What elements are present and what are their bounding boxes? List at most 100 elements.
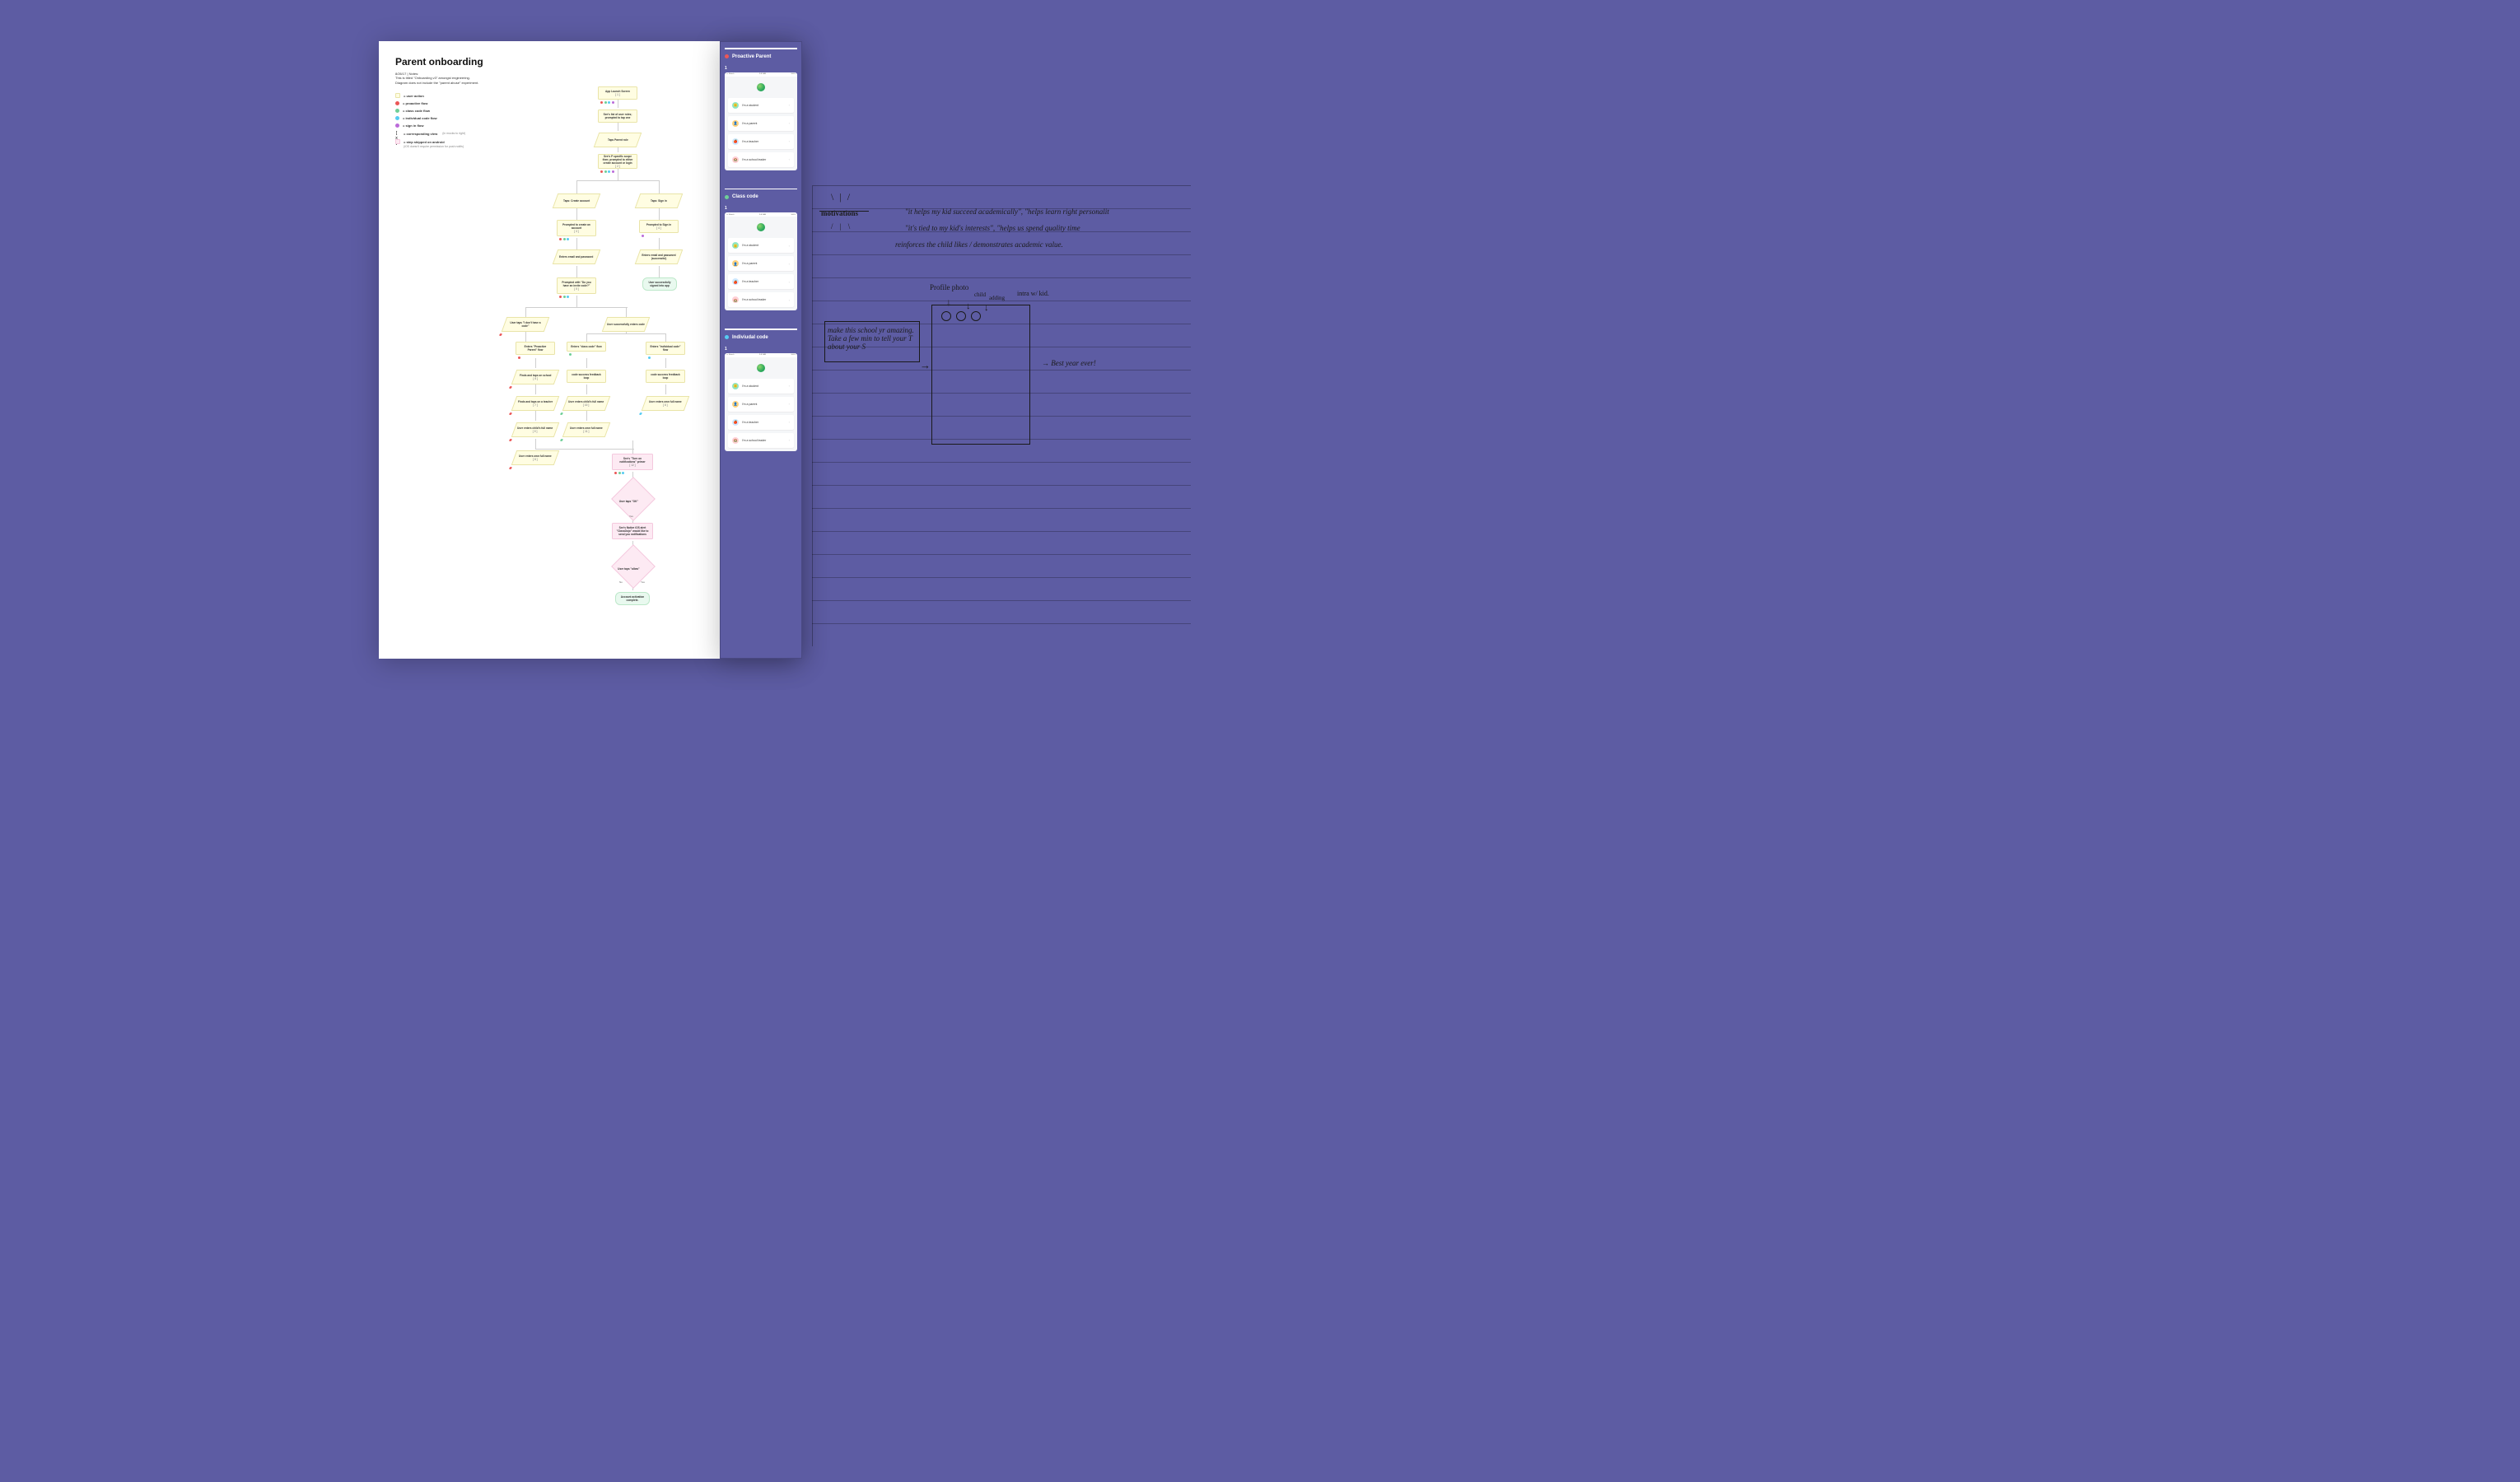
role-label: I'm a teacher [742, 280, 758, 283]
phone-mock: ••• Sketch9:41 AM100% 🙂I'm a student› 👤I'm… [725, 72, 797, 170]
role-row[interactable]: 🏫I'm a school leader › [728, 292, 794, 307]
role-row[interactable]: 👤I'm a parent› [728, 256, 794, 271]
node-find-teacher: Finds and taps on a teacher[ 7 ] [511, 396, 560, 411]
role-row[interactable]: 🍎I'm a teacher › [728, 415, 794, 430]
node-label: Enters "individual code" flow [650, 345, 681, 352]
node-indiv-flow: Enters "individual code" flow [646, 342, 685, 355]
connector [535, 439, 536, 449]
mock-heading: Class code [725, 194, 797, 199]
chevron-right-icon: › [789, 420, 790, 424]
connector [525, 332, 526, 342]
role-icon: 🏫 [732, 296, 739, 303]
connector [586, 358, 587, 368]
legend-swatch-pink [395, 139, 400, 144]
role-row[interactable]: 👤I'm a parent› [728, 397, 794, 412]
node-ref: [ 1 ] [615, 93, 620, 96]
node-code-loop2: code success feedback loop [646, 370, 685, 383]
role-row[interactable]: 🏫I'm a school leader› [728, 152, 794, 167]
node-ref: [ 7 ] [533, 403, 538, 407]
role-row[interactable]: 🙂I'm a student› [728, 238, 794, 253]
role-row[interactable]: 🙂I'm a student› [728, 98, 794, 113]
node-label: See's P specific scope then; prompted to… [602, 155, 633, 165]
legend-sub-skipped: (iOS doesn't require permission for push… [404, 145, 464, 148]
connector [535, 411, 536, 421]
node-label: Taps: Sign in [649, 199, 669, 203]
role-icon: 🍎 [732, 419, 739, 426]
node-ref: [ 9 ] [533, 430, 538, 433]
mock-number: 1 [725, 206, 797, 211]
chevron-right-icon: › [789, 121, 790, 125]
node-ref: [ 10 ] [583, 403, 589, 407]
chevron-right-icon: › [789, 384, 790, 388]
chevron-right-icon: › [789, 298, 790, 302]
node-label: User successfully signed into app [646, 281, 673, 287]
legend-label-classcode: = class code flow [403, 109, 430, 113]
mock-divider [725, 329, 797, 330]
node-label: Enters "Proactive Parent" flow [520, 345, 551, 352]
note-profile: Profile photo [930, 283, 968, 291]
role-icon: 🏫 [732, 437, 739, 444]
node-label: Account activation complete. [619, 595, 646, 602]
role-row[interactable]: 🍎I'm a teacher› [728, 274, 794, 289]
role-row[interactable]: 🍎I'm a teacher› [728, 134, 794, 149]
node-prompt-invite: Prompted with "Do you have an invite cod… [557, 277, 596, 294]
label-yes: Yes [629, 515, 633, 518]
node-label: Prompted to create an account [561, 223, 592, 230]
chevron-right-icon: › [789, 139, 790, 143]
node-ref: [ 2 ] [615, 165, 620, 168]
note-best-text: Best year ever! [1051, 359, 1095, 367]
legend-label-skipped: = step skipped on android [404, 140, 445, 144]
node-roles-list: See's list of user roles; prompted to ta… [598, 110, 637, 123]
burst-marks-2: / | \ [831, 222, 852, 231]
note-adding: adding [989, 295, 1005, 301]
burst-marks: \ | / [831, 191, 852, 203]
phone-statusbar: ••• Sketch9:41 AM100% [725, 212, 797, 217]
role-label: I'm a school leader [742, 298, 766, 301]
mock-divider [725, 189, 797, 190]
node-launch: App Launch Screen [ 1 ] [598, 86, 637, 100]
node-taps-allow: User taps "allow" [611, 544, 656, 589]
connector [665, 333, 666, 342]
legend-swatch-useraction [395, 93, 400, 98]
mocks-panel: Proactive Parent1••• Sketch9:41 AM100%🙂I… [720, 41, 802, 659]
node-ref: [ 4 ] [656, 226, 661, 230]
node-activation: Account activation complete. [615, 592, 650, 605]
node-scope: See's P specific scope then; prompted to… [598, 154, 637, 169]
label-yes2: Yes [641, 580, 645, 584]
mock-heading: Indiviudal code [725, 335, 797, 340]
connector [576, 266, 577, 277]
doc-notes-label: Notes: [409, 72, 419, 76]
app-logo-icon [757, 364, 765, 372]
role-label: I'm a parent [742, 403, 757, 406]
mock-section: Indiviudal code1••• Sketch9:41 AM100%🙂I'… [725, 329, 797, 451]
legend-dot-purple [395, 124, 399, 128]
mock-section: Class code 1••• Sketch9:41 AM100% 🙂I'm a s… [725, 189, 797, 311]
node-tap-signin: Taps: Sign in [635, 193, 684, 208]
mock-dot-icon [725, 335, 729, 339]
phone-statusbar: ••• Sketch9:41 AM100% [725, 72, 797, 77]
statusbar-carrier: ••• Sketch [726, 354, 735, 356]
statusbar-battery: 100% [791, 214, 796, 216]
role-icon: 👤 [732, 401, 739, 408]
role-row[interactable]: 🏫I'm a school leader› [728, 433, 794, 448]
node-child-name2: User enters child's full name[ 10 ] [562, 396, 611, 411]
connector [659, 180, 660, 193]
mock-number: 1 [725, 66, 797, 71]
role-icon: 🏫 [732, 156, 739, 163]
node-ref: [ 3 ] [574, 230, 579, 233]
statusbar-battery: 100% [791, 73, 796, 75]
role-label: I'm a teacher [742, 421, 758, 424]
mock-heading-label: Indiviudal code [732, 335, 768, 340]
statusbar-carrier: ••• Sketch [726, 214, 735, 216]
app-logo-icon [757, 83, 765, 91]
statusbar-time: 9:41 AM [759, 354, 766, 356]
connector [659, 266, 660, 277]
phone-statusbar: ••• Sketch9:41 AM100% [725, 353, 797, 357]
chevron-right-icon: › [789, 157, 790, 161]
role-row[interactable]: 👤I'm a parent› [728, 116, 794, 131]
role-label: I'm a student [742, 384, 758, 388]
note-intro: intra w/ kid. [1017, 290, 1049, 297]
mock-divider [725, 48, 797, 49]
connector [576, 296, 577, 307]
role-row[interactable]: 🙂I'm a student› [728, 379, 794, 394]
